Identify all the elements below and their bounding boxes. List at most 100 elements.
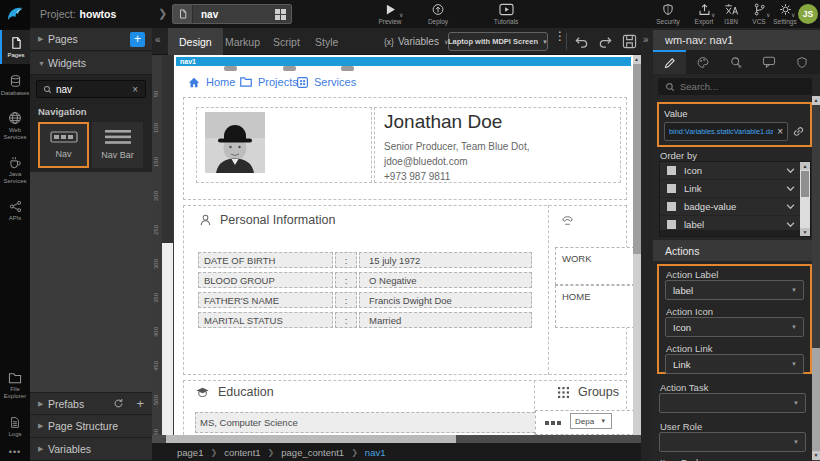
tab-search-properties[interactable] <box>719 50 752 74</box>
contact-cell-home[interactable]: HOME <box>555 285 633 328</box>
scroll-up-icon[interactable]: ▲ <box>812 96 820 105</box>
scrollbar-thumb[interactable] <box>812 348 820 458</box>
breadcrumb-item[interactable]: content1 <box>224 447 260 458</box>
settings-button[interactable]: Settings <box>770 3 800 25</box>
table-cell-value[interactable]: 15 july 1972 <box>359 252 532 268</box>
contact-cell-work[interactable]: WORK <box>555 247 633 285</box>
clear-binding-icon[interactable]: × <box>773 126 787 137</box>
action-link-select[interactable]: Link▼ <box>665 354 804 374</box>
expand-panel-icon[interactable]: » <box>643 34 649 45</box>
save-button[interactable] <box>622 34 637 49</box>
security-button[interactable]: Security <box>650 3 686 25</box>
tab-style[interactable]: Style <box>304 28 349 55</box>
order-item-icon[interactable]: Icon <box>660 162 810 180</box>
tutorials-button[interactable]: Tutorials <box>488 3 524 25</box>
widget-handle[interactable] <box>224 66 237 71</box>
table-cell-colon[interactable]: : <box>335 292 357 308</box>
rail-item-databases[interactable]: Databases <box>0 68 30 102</box>
table-cell-label[interactable]: BLOOD GROUP <box>198 272 333 288</box>
panel-scrollbar[interactable]: ▲ ▼ <box>812 96 820 461</box>
widget-search-input[interactable]: nav × <box>36 80 146 98</box>
order-item-badge-value[interactable]: badge-value <box>660 198 810 216</box>
value-binding-input[interactable]: bind:Variables.staticVariable1.dataSet × <box>664 122 788 141</box>
add-prefab-icon[interactable]: + <box>136 396 144 411</box>
rail-item-web-services[interactable]: Web Services <box>0 106 30 146</box>
page-switcher[interactable]: nav <box>172 4 292 24</box>
table-cell-colon[interactable]: : <box>335 312 357 328</box>
nav-item-home[interactable]: Home <box>188 72 235 92</box>
rail-item-apis[interactable]: APIs <box>0 194 30 228</box>
wavemaker-logo[interactable] <box>0 0 30 28</box>
rail-item-java-services[interactable]: Java Services <box>0 150 30 190</box>
scrollbar-thumb[interactable] <box>633 64 641 254</box>
scroll-up-icon[interactable]: ▲ <box>800 162 810 170</box>
scroll-up-icon[interactable]: ▲ <box>634 56 639 62</box>
table-cell-label[interactable]: DATE OF BIRTH <box>198 252 333 268</box>
table-cell-value[interactable]: O Negative <box>359 272 532 288</box>
chevron-down-icon[interactable] <box>786 204 795 210</box>
preview-chevron[interactable]: ∨ <box>399 11 403 18</box>
user-avatar[interactable]: JS <box>798 4 818 24</box>
refresh-icon[interactable] <box>113 398 124 409</box>
order-item-link[interactable]: Link <box>660 180 810 198</box>
page-structure-section-header[interactable]: ▶ Page Structure <box>30 415 152 438</box>
table-cell-colon[interactable]: : <box>335 252 357 268</box>
undo-button[interactable] <box>574 35 589 48</box>
breadcrumb-item[interactable]: page_content1 <box>281 447 344 458</box>
rail-item-file-explorer[interactable]: File Explorer <box>0 366 30 406</box>
scrollbar-thumb[interactable] <box>162 243 173 435</box>
deploy-button[interactable]: Deploy <box>420 3 456 25</box>
canvas-vertical-scrollbar[interactable]: ▲ <box>633 55 641 435</box>
rail-item-logs[interactable]: Logs <box>0 410 30 444</box>
table-cell-value[interactable]: Francis Dwight Doe <box>359 292 532 308</box>
i18n-button[interactable]: I18N <box>716 3 746 25</box>
checkbox[interactable] <box>667 166 676 175</box>
variables-section-header[interactable]: ▶ Variables <box>30 438 152 461</box>
table-cell-colon[interactable]: : <box>335 272 357 288</box>
widget-tile-nav[interactable]: Nav <box>38 122 89 168</box>
table-cell-value[interactable]: Married <box>359 312 532 328</box>
export-chevron[interactable]: ∨ <box>711 11 715 18</box>
add-page-button[interactable]: + <box>130 32 145 47</box>
education-row[interactable]: MS, Computer Science <box>195 412 540 433</box>
tab-styles[interactable] <box>686 50 719 74</box>
checkbox[interactable] <box>667 184 676 193</box>
canvas-horizontal-scrollbar[interactable]: ◀ ▶ <box>152 435 653 443</box>
scrollbar-thumb[interactable] <box>801 171 809 197</box>
list-scrollbar[interactable]: ▲ ▼ <box>800 162 810 236</box>
table-cell-label[interactable]: FATHER'S NAME <box>198 292 333 308</box>
chevron-down-icon[interactable] <box>786 222 795 228</box>
chevron-down-icon[interactable] <box>786 186 795 192</box>
actions-section-header[interactable]: Actions <box>653 240 812 261</box>
user-role-select[interactable]: ▼ <box>659 432 806 452</box>
chevron-down-icon[interactable] <box>786 168 795 174</box>
scrollbar-thumb[interactable] <box>166 435 456 443</box>
widget-tile-nav-bar[interactable]: Nav Bar <box>92 122 143 168</box>
settings-chevron[interactable]: ∨ <box>791 11 795 18</box>
nav-item-services[interactable]: Services <box>297 72 356 92</box>
action-icon-select[interactable]: Icon▼ <box>665 317 804 337</box>
widget-handle[interactable] <box>283 66 296 71</box>
rail-more-button[interactable]: ••• <box>0 446 30 458</box>
action-label-select[interactable]: label▼ <box>665 280 804 300</box>
device-selector[interactable]: Laptop with MDPI Screen▼ <box>448 32 548 51</box>
collapse-panel-icon[interactable]: « <box>155 34 161 45</box>
selected-widget-bar[interactable]: nav1 <box>176 57 631 66</box>
groups-dropdown[interactable]: Depa▼ <box>570 413 612 429</box>
nav-item-projects[interactable]: Projects <box>240 72 298 92</box>
design-canvas-page[interactable]: nav1 Home Projects Services <box>174 55 633 435</box>
rail-item-pages[interactable]: Pages <box>0 30 30 64</box>
variables-dropdown[interactable]: {x}Variables∨ <box>384 28 448 55</box>
checkbox[interactable] <box>667 202 676 211</box>
widget-handle[interactable] <box>341 66 354 71</box>
more-options-icon[interactable]: ⋮ <box>554 33 566 39</box>
properties-search-input[interactable]: Search... <box>658 78 812 95</box>
checkbox[interactable] <box>667 220 676 229</box>
page-grid-icon[interactable] <box>275 9 286 20</box>
action-task-select[interactable]: ▼ <box>659 393 806 413</box>
pages-section-header[interactable]: ▶ Pages + <box>30 28 152 51</box>
bind-link-icon[interactable] <box>792 125 805 138</box>
scroll-down-icon[interactable]: ▼ <box>812 451 820 460</box>
clear-search-icon[interactable]: × <box>132 84 138 95</box>
breadcrumb-item-active[interactable]: nav1 <box>365 447 386 458</box>
